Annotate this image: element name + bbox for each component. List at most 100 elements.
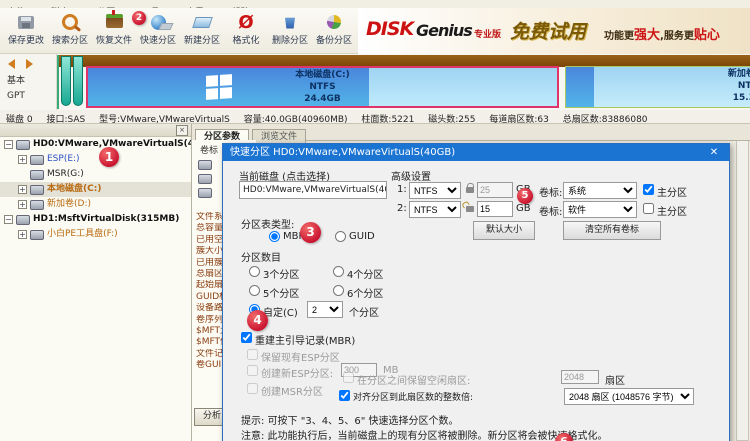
tree-panel-header [0,124,191,137]
format-button[interactable]: 格式化 [224,8,268,52]
promo-slogan: 功能更强大,服务更贴心 [604,24,720,43]
keep-esp-checkbox[interactable] [247,349,258,360]
recover-files-label: 恢复文件 [95,36,132,46]
msr-partition-bar[interactable] [73,56,83,106]
tree-item-new-volume-d[interactable]: 新加卷(D:) [0,197,191,212]
recover-files-button[interactable]: 恢复文件 [92,8,136,52]
row2-volume-caption: 卷标: [539,207,563,218]
row2-volume-select[interactable]: 软件 [563,201,637,218]
annotation-1: 1 [99,147,119,167]
annotation-3: 3 [300,222,321,243]
count-6-radio[interactable] [333,285,344,296]
note-text: 注意: 此功能执行后，当前磁盘上的现有分区将被删除。新分区将会被快速格式化。 [241,431,608,441]
row2-filesystem-select[interactable]: NTFS [409,201,461,218]
new-partition-icon [191,16,213,28]
panel-close-icon[interactable] [176,125,188,136]
row1-size-input[interactable] [477,182,513,198]
create-msr-checkbox[interactable] [247,383,258,394]
next-disk-arrow-icon[interactable] [26,59,34,69]
tree-item-hd1[interactable]: HD1:MsftVirtualDisk(315MB) [0,212,191,227]
row2-primary-checkbox[interactable] [643,203,654,214]
advanced-settings-label: 高级设置 [391,172,431,183]
count-4-radio[interactable] [333,266,344,277]
row1-filesystem-select[interactable]: NTFS [409,182,461,199]
new-esp-label: 创建新ESP分区: [261,369,334,380]
row1-volume-caption: 卷标: [539,188,563,199]
clear-all-labels-button[interactable]: 清空所有卷标 [563,221,661,240]
partition-count-caption: 分区数目 [241,253,281,264]
count-6-label: 6个分区 [347,289,384,300]
prev-disk-arrow-icon[interactable] [8,59,15,69]
format-icon [238,13,253,32]
tree-item-esp[interactable]: ESP(E:) [0,152,191,167]
hint-text: 提示: 可按下 "3、4、5、6" 快速选择分区个数。 [241,416,459,427]
count-3-radio[interactable] [249,266,260,277]
tree-item-local-disk-c[interactable]: 本地磁盘(C:) [0,182,191,197]
new-partition-button[interactable]: 新建分区 [180,8,224,52]
tree-item-hd0[interactable]: HD0:VMware,VMwareVirtualS(40GB) [0,137,191,152]
mbr-radio[interactable] [269,231,280,242]
backup-partition-button[interactable]: 备份分区 [312,8,356,52]
rebuild-mbr-checkbox[interactable] [241,332,252,343]
promo-banner: DISK Genius 专业版 免费试用 功能更强大,服务更贴心 [358,8,750,54]
expand-icon[interactable] [18,200,27,209]
disk-info-line: 磁盘 0 接口:SAS 型号:VMware,VMwareVirtualS 容量:… [0,110,750,125]
current-disk-selector[interactable]: HD0:VMware,VMwareVirtualS(40GB) [239,181,387,199]
edition-badge: 专业版 [474,30,502,40]
default-size-button[interactable]: 默认大小 [473,221,535,240]
collapse-icon[interactable] [4,215,13,224]
reserve-gap-input[interactable] [561,370,599,384]
quick-partition-label: 快速分区 [139,36,176,46]
row2-size-input[interactable] [477,201,513,217]
partition-d-label: 新加卷(D:)NTFS15.3GB [727,69,750,103]
count-5-label: 5个分区 [263,289,300,300]
partition-icon [198,174,212,184]
count-5-radio[interactable] [249,285,260,296]
slogan-part1: 功能更 [604,31,634,42]
vertical-scrollbar[interactable] [736,140,749,441]
delete-partition-button[interactable]: 删除分区 [268,8,312,52]
row1-primary-checkbox[interactable] [643,184,654,195]
format-label: 格式化 [232,36,260,46]
diskgenius-window: 文件(F)磁盘(D)分区(P)工具(T)查看(V)帮助(H) 保存更改 搜索分区… [0,0,750,441]
guid-radio[interactable] [335,231,346,242]
diskgenius-logo-genius: Genius [416,21,473,40]
custom-count-suffix: 个分区 [349,308,379,319]
collapse-icon[interactable] [4,140,13,149]
free-trial-text: 免费试用 [510,21,587,43]
save-changes-button[interactable]: 保存更改 [4,8,48,52]
table-type-label: GPT [7,91,25,101]
disk-map-row: 基本 GPT 本地磁盘(C:)NTFS24.4GB 新加卷(D:)NTFS15.… [0,54,750,111]
guid-label: GUID [349,231,375,242]
tree-item-pe-tool-disk-f[interactable]: 小白PE工具盘(F:) [0,227,191,242]
partition-icon [30,229,44,240]
esp-partition-bar[interactable] [61,56,71,106]
partition-d-bar[interactable]: 新加卷(D:)NTFS15.3GB [565,66,750,108]
expand-icon[interactable] [18,155,27,164]
align-value-select[interactable]: 2048 扇区 (1048576 字节) [564,388,694,405]
lock-icon[interactable] [466,183,474,193]
close-icon[interactable]: ✕ [699,144,729,161]
save-changes-label: 保存更改 [7,36,44,46]
align-checkbox[interactable] [339,390,350,401]
reserve-gap-label: 在分区之间保留空闲扇区: [357,376,471,387]
count-4-label: 4个分区 [347,270,384,281]
reserve-gap-checkbox[interactable] [343,372,354,383]
backup-partition-icon [327,15,341,29]
dialog-title-bar[interactable]: 快速分区 HD0:VMware,VMwareVirtualS(40GB) [223,144,729,161]
save-icon [18,15,34,29]
partition-c-bar[interactable]: 本地磁盘(C:) NTFS 24.4GB [86,66,559,108]
search-partition-button[interactable]: 搜索分区 [48,8,92,52]
new-esp-checkbox[interactable] [247,365,258,376]
expand-icon[interactable] [18,185,27,194]
row2-primary-label: 主分区 [657,207,687,218]
row1-volume-select[interactable]: 系统 [563,182,637,199]
expand-icon[interactable] [18,230,27,239]
annotation-4: 4 [247,310,268,331]
custom-count-select[interactable]: 2 [307,301,343,318]
tree-item-msr[interactable]: MSR(G:) [0,167,191,182]
diskgenius-logo: DISK [366,18,414,40]
disk-nav-panel: 基本 GPT [0,54,57,110]
disk-edge-line [57,55,59,109]
unlock-icon[interactable] [466,206,474,212]
